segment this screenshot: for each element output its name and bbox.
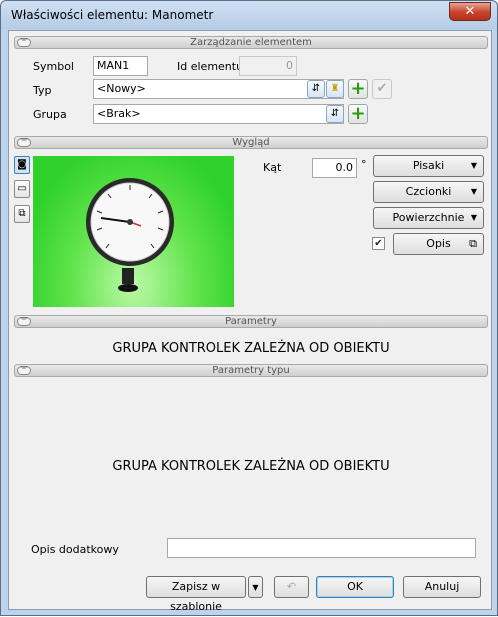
extra-description-label: Opis dodatkowy: [31, 543, 119, 556]
angle-unit: °: [361, 158, 367, 171]
title-bar: Właściwości elementu: Manometr ✕: [1, 1, 497, 29]
description-button-label: Opis: [426, 237, 451, 250]
group-value: <Brak>: [97, 107, 141, 120]
pens-button[interactable]: Pisaki ▼: [373, 155, 484, 177]
browse-icon: ⇵: [330, 108, 340, 119]
surfaces-button-label: Powierzchnie: [392, 211, 465, 224]
dialog-window: Właściwości elementu: Manometr ✕ ︾ Zarzą…: [0, 0, 498, 616]
layers-icon: ⧉: [18, 208, 26, 219]
view-2d-button[interactable]: ▭: [14, 180, 30, 198]
group-label: Grupa: [33, 108, 67, 121]
gauge-image: [86, 178, 174, 292]
browse-icon: ⇵: [311, 83, 321, 94]
section-title-type-parameters: Parametry typu: [212, 365, 290, 376]
angle-label: Kąt: [263, 161, 282, 174]
element-preview: [33, 156, 234, 307]
cancel-button-label: Anuluj: [424, 580, 460, 593]
dropdown-arrow-icon: ▼: [470, 187, 477, 196]
add-icon: +: [350, 78, 366, 99]
undo-icon: ↶: [286, 580, 297, 593]
view-layers-button[interactable]: ⧉: [14, 205, 30, 223]
add-group-button[interactable]: +: [348, 104, 368, 124]
section-header-parameters[interactable]: ︾ Parametry: [14, 315, 488, 328]
group-browse-button[interactable]: ⇵: [326, 105, 344, 123]
type-label: Typ: [33, 84, 52, 97]
ok-button[interactable]: OK: [316, 576, 394, 598]
section-header-management[interactable]: ︾ Zarządzanie elementem: [14, 36, 488, 49]
type-lock-button[interactable]: ♜: [326, 80, 344, 98]
undo-button[interactable]: ↶: [274, 576, 309, 598]
add-type-button[interactable]: +: [348, 79, 368, 99]
ok-button-label: OK: [347, 580, 363, 593]
description-checkbox[interactable]: ✔: [372, 237, 385, 250]
folder-icon: ▭: [17, 183, 27, 194]
fonts-button-label: Czcionki: [405, 185, 452, 198]
section-title-appearance: Wygląd: [232, 137, 270, 148]
dialog-client: ︾ Zarządzanie elementem Symbol MAN1 Id e…: [8, 30, 492, 613]
close-icon: ✕: [464, 4, 476, 19]
angle-input[interactable]: 0.0: [312, 158, 357, 178]
camera-view-icon: ◙: [17, 159, 27, 170]
type-parameters-placeholder: GRUPA KONTROLEK ZALEŻNA OD OBIEKTU: [112, 459, 390, 474]
fonts-button[interactable]: Czcionki ▼: [373, 181, 484, 203]
surfaces-button[interactable]: Powierzchnie ▼: [373, 207, 484, 229]
section-title-parameters: Parametry: [225, 316, 277, 327]
view-3d-button[interactable]: ◙: [14, 156, 30, 174]
type-value: <Nowy>: [97, 82, 146, 95]
symbol-input[interactable]: MAN1: [93, 56, 148, 76]
save-template-dropdown[interactable]: ▼: [248, 576, 263, 598]
symbol-label: Symbol: [33, 60, 74, 73]
id-input[interactable]: 0: [239, 56, 297, 76]
group-combo[interactable]: <Brak>: [93, 104, 344, 124]
id-label: Id elementu: [177, 60, 244, 73]
section-header-appearance[interactable]: ︾ Wygląd: [14, 136, 488, 149]
section-header-type-parameters[interactable]: ︾ Parametry typu: [14, 364, 488, 377]
confirm-check-icon: ✔: [376, 81, 388, 96]
confirm-type-button[interactable]: ✔: [372, 79, 392, 99]
cancel-button[interactable]: Anuluj: [403, 576, 481, 598]
section-title-management: Zarządzanie elementem: [190, 37, 312, 48]
close-button[interactable]: ✕: [449, 2, 491, 21]
dropdown-arrow-icon: ▼: [252, 583, 259, 592]
add-icon: +: [350, 103, 366, 124]
extra-description-input[interactable]: [167, 538, 476, 558]
type-browse-button[interactable]: ⇵: [307, 80, 325, 98]
parameters-placeholder: GRUPA KONTROLEK ZALEŻNA OD OBIEKTU: [112, 341, 390, 356]
external-window-icon: ⧉: [469, 237, 477, 250]
description-button[interactable]: Opis ⧉: [393, 233, 484, 255]
save-template-button[interactable]: Zapisz w szablonie: [146, 576, 246, 613]
pens-button-label: Pisaki: [412, 159, 445, 172]
window-title: Właściwości elementu: Manometr: [11, 8, 214, 22]
dropdown-arrow-icon: ▼: [470, 213, 477, 222]
dropdown-arrow-icon: ▼: [470, 161, 477, 170]
save-template-label: Zapisz w szablonie: [170, 580, 222, 613]
lock-icon: ♜: [330, 83, 340, 94]
